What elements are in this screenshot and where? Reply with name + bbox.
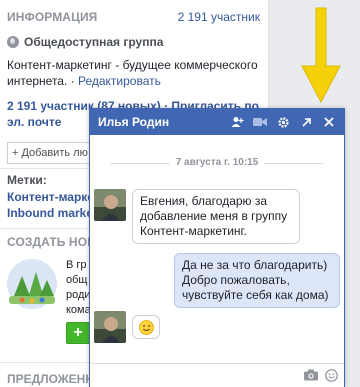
group-illustration-icon (7, 259, 57, 309)
message-bubble-outgoing: Да не за что благодарить) Добро пожалова… (174, 253, 340, 308)
create-heading: СОЗДАТЬ НОВ (7, 235, 96, 249)
group-type-label: Общедоступная группа (24, 35, 164, 49)
tags-heading: Метки: (7, 173, 47, 187)
avatar[interactable] (94, 189, 126, 221)
date-separator: 7 августа г. 10:15 (90, 157, 344, 168)
message-bubble-incoming: Евгения, благодарю за добавление меня в … (132, 189, 300, 244)
info-heading: ИНФОРМАЦИЯ (7, 10, 98, 24)
video-call-icon[interactable] (251, 113, 269, 131)
popout-icon[interactable] (297, 113, 315, 131)
chat-window: Илья Родин 7 августа г. 10:15 Евгения, б… (89, 108, 345, 387)
avatar[interactable] (94, 311, 126, 343)
tag-link[interactable]: Контент-марке (7, 190, 94, 204)
chat-header[interactable]: Илья Родин (90, 109, 344, 135)
add-friend-icon[interactable] (228, 113, 246, 131)
message-composer[interactable] (90, 363, 344, 387)
chat-title[interactable]: Илья Родин (98, 115, 223, 129)
smile-emoji-icon (138, 319, 154, 335)
create-group-button[interactable]: + (66, 322, 90, 344)
settings-gear-icon[interactable] (274, 113, 292, 131)
arrow-down-icon (301, 7, 341, 104)
sticker-icon[interactable] (325, 369, 338, 385)
close-icon[interactable] (320, 113, 338, 131)
group-description: Контент-маркетинг - будущее коммерческог… (7, 58, 258, 88)
edit-link[interactable]: Редактировать (78, 74, 161, 88)
members-count-link[interactable]: 2 191 участник (178, 10, 260, 24)
globe-icon (7, 36, 19, 48)
group-type-row: Общедоступная группа (7, 35, 163, 49)
message-bubble-emoji (132, 315, 160, 339)
tag-link[interactable]: Inbound marke (7, 206, 93, 220)
camera-icon[interactable] (304, 369, 318, 384)
